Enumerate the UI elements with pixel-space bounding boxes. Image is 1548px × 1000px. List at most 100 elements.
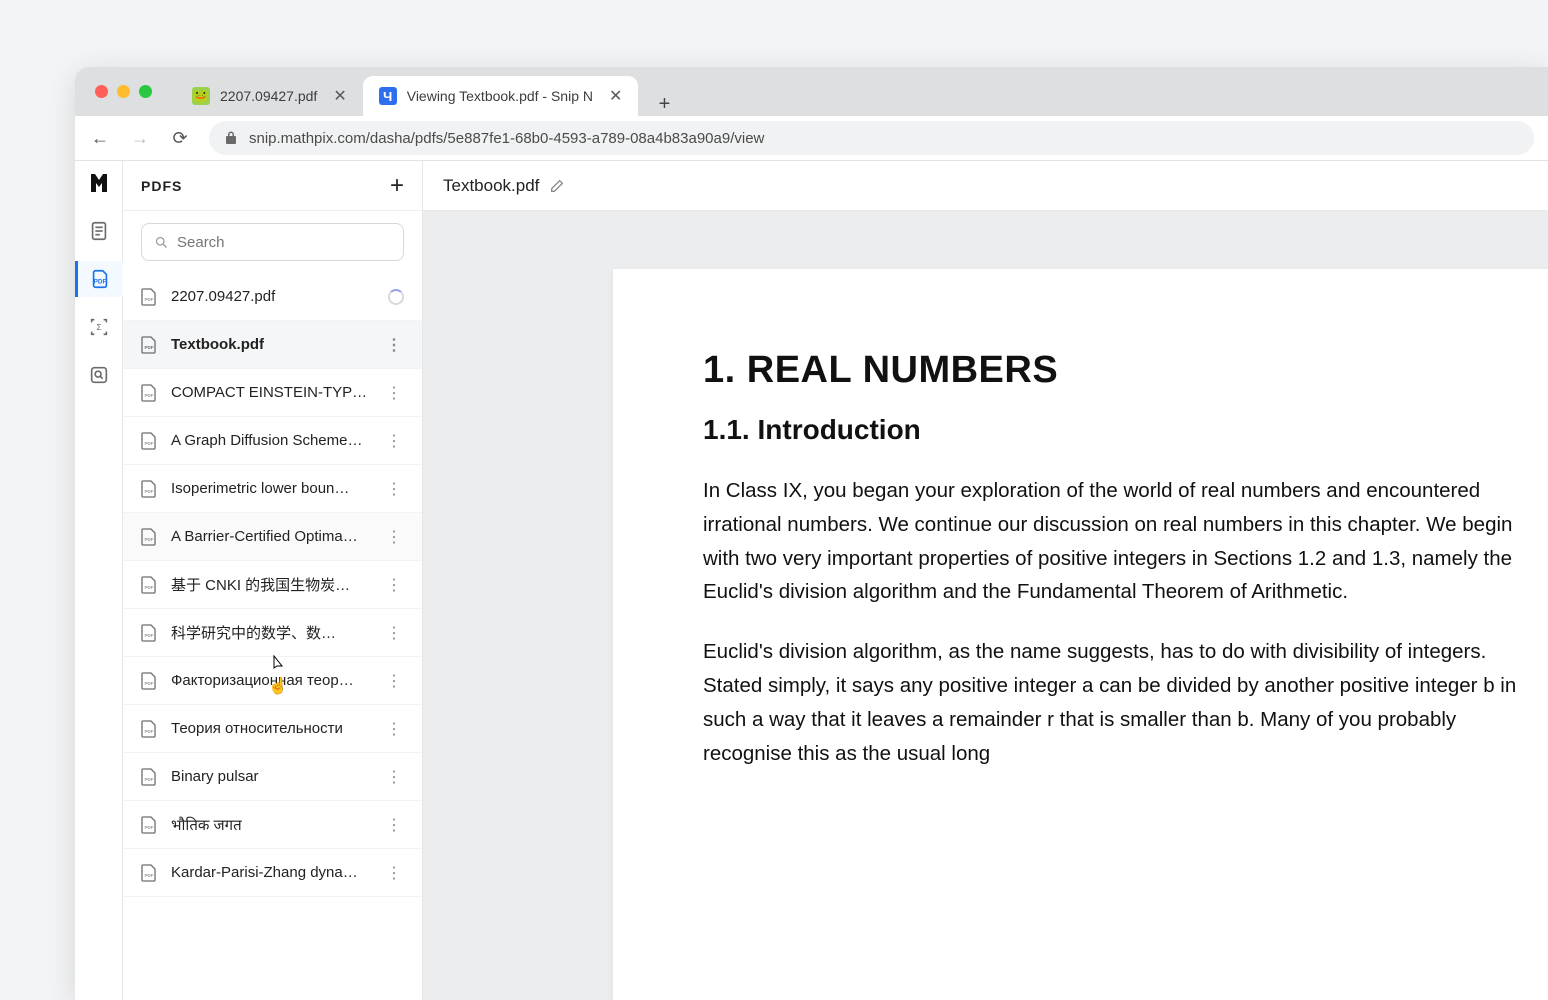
document-page[interactable]: 1. REAL NUMBERS 1.1. Introduction In Cla… <box>613 269 1548 1000</box>
rail-search-icon[interactable] <box>81 357 117 393</box>
svg-text:PDF: PDF <box>145 393 154 398</box>
rail-pdf-icon[interactable]: PDF <box>75 261 123 297</box>
pdf-file-icon: PDF <box>141 864 159 882</box>
pdf-file-icon: PDF <box>141 672 159 690</box>
file-row-10[interactable]: PDF Binary pulsar ⋮ <box>123 753 422 801</box>
file-row-1[interactable]: PDF Textbook.pdf ⋮ <box>123 321 422 369</box>
content-area: Textbook.pdf 1. REAL NUMBERS 1.1. Introd… <box>423 161 1548 1000</box>
paragraph-2: Euclid's division algorithm, as the name… <box>703 635 1548 770</box>
add-pdf-button[interactable]: + <box>390 172 404 200</box>
file-row-3[interactable]: PDF A Graph Diffusion Scheme… ⋮ <box>123 417 422 465</box>
file-more-button[interactable]: ⋮ <box>384 431 404 451</box>
pdf-file-icon: PDF <box>141 720 159 738</box>
file-more-button[interactable]: ⋮ <box>384 575 404 595</box>
file-row-12[interactable]: PDF Kardar-Parisi-Zhang dyna… ⋮ <box>123 849 422 897</box>
file-more-button[interactable]: ⋮ <box>384 335 404 355</box>
file-more-button[interactable]: ⋮ <box>384 815 404 835</box>
file-row-2[interactable]: PDF COMPACT EINSTEIN-TYPE … ⋮ <box>123 369 422 417</box>
file-more-button[interactable]: ⋮ <box>384 527 404 547</box>
pdf-file-icon: PDF <box>141 432 159 450</box>
paragraph-1: In Class IX, you began your exploration … <box>703 474 1548 609</box>
search-box[interactable] <box>141 223 404 261</box>
maximize-window-button[interactable] <box>139 85 152 98</box>
minimize-window-button[interactable] <box>117 85 130 98</box>
browser-window: 🐸 2207.09427.pdf ✕ Ч Viewing Textbook.pd… <box>75 67 1548 1000</box>
svg-text:PDF: PDF <box>145 537 154 542</box>
file-name: 2207.09427.pdf <box>171 288 376 305</box>
svg-text:PDF: PDF <box>145 777 154 782</box>
nav-reload-button[interactable]: ⟳ <box>169 128 191 149</box>
close-window-button[interactable] <box>95 85 108 98</box>
search-wrap <box>123 211 422 273</box>
file-name: Теория относительности <box>171 720 372 737</box>
search-icon <box>154 235 169 250</box>
svg-text:Σ: Σ <box>96 323 101 332</box>
file-more-button[interactable]: ⋮ <box>384 479 404 499</box>
file-row-11[interactable]: PDF भौतिक जगत ⋮ <box>123 801 422 849</box>
rename-icon[interactable] <box>549 178 565 194</box>
file-row-7[interactable]: PDF 科学研究中的数学、数… ⋮ <box>123 609 422 657</box>
file-row-9[interactable]: PDF Теория относительности ⋮ <box>123 705 422 753</box>
document-header: Textbook.pdf <box>423 161 1548 211</box>
file-row-8[interactable]: PDF Факторизационная теор… ⋮ <box>123 657 422 705</box>
window-controls <box>95 85 152 98</box>
rail-scan-icon[interactable]: Σ <box>81 309 117 345</box>
file-row-5[interactable]: PDF A Barrier-Certified Optima… ⋮ <box>123 513 422 561</box>
sidebar-title: PDFS <box>141 178 182 194</box>
tab-0-close-icon[interactable]: ✕ <box>333 86 346 106</box>
file-list: PDF 2207.09427.pdf PDF Textbook.pdf ⋮ PD… <box>123 273 422 1000</box>
svg-text:PDF: PDF <box>145 489 154 494</box>
file-more-button[interactable]: ⋮ <box>384 383 404 403</box>
svg-text:PDF: PDF <box>145 873 154 878</box>
url-text: snip.mathpix.com/dasha/pdfs/5e887fe1-68b… <box>249 130 764 147</box>
svg-text:PDF: PDF <box>145 585 154 590</box>
tab-1-label: Viewing Textbook.pdf - Snip N <box>407 88 593 104</box>
svg-text:PDF: PDF <box>145 441 154 446</box>
document-title: Textbook.pdf <box>443 176 539 196</box>
pdf-file-icon: PDF <box>141 528 159 546</box>
pdf-file-icon: PDF <box>141 624 159 642</box>
file-more-button[interactable]: ⋮ <box>384 767 404 787</box>
svg-text:PDF: PDF <box>94 279 107 286</box>
file-more-button[interactable]: ⋮ <box>384 671 404 691</box>
pdf-file-icon: PDF <box>141 336 159 354</box>
lock-icon <box>225 131 237 145</box>
svg-text:PDF: PDF <box>145 729 154 734</box>
file-name: Kardar-Parisi-Zhang dyna… <box>171 864 372 881</box>
search-input[interactable] <box>177 234 391 251</box>
file-name: Binary pulsar <box>171 768 372 785</box>
file-name: Факторизационная теор… <box>171 672 372 689</box>
svg-text:PDF: PDF <box>145 345 154 350</box>
file-name: Textbook.pdf <box>171 336 372 353</box>
tab-1[interactable]: Ч Viewing Textbook.pdf - Snip N ✕ <box>363 76 639 116</box>
rail-doc-icon[interactable] <box>81 213 117 249</box>
file-name: 基于 CNKI 的我国生物炭… <box>171 574 372 595</box>
pdf-file-icon: PDF <box>141 480 159 498</box>
tab-0[interactable]: 🐸 2207.09427.pdf ✕ <box>176 76 363 116</box>
file-name: 科学研究中的数学、数… <box>171 622 372 643</box>
svg-text:PDF: PDF <box>145 633 154 638</box>
file-more-button[interactable]: ⋮ <box>384 623 404 643</box>
file-name: Isoperimetric lower boun… <box>171 480 372 497</box>
new-tab-button[interactable]: + <box>648 93 680 116</box>
address-bar[interactable]: snip.mathpix.com/dasha/pdfs/5e887fe1-68b… <box>209 121 1534 155</box>
file-row-0[interactable]: PDF 2207.09427.pdf <box>123 273 422 321</box>
nav-forward-button[interactable]: → <box>129 128 151 149</box>
svg-text:PDF: PDF <box>145 825 154 830</box>
file-name: A Graph Diffusion Scheme… <box>171 432 372 449</box>
sidebar: PDFS + PDF 2207.09427.pdf <box>123 161 423 1000</box>
file-row-4[interactable]: PDF Isoperimetric lower boun… ⋮ <box>123 465 422 513</box>
tab-1-close-icon[interactable]: ✕ <box>609 86 622 106</box>
pdf-file-icon: PDF <box>141 816 159 834</box>
file-more-button[interactable]: ⋮ <box>384 863 404 883</box>
left-rail: PDF Σ <box>75 161 123 1000</box>
app-logo[interactable] <box>87 171 111 195</box>
tab-1-favicon: Ч <box>379 87 397 105</box>
file-row-6[interactable]: PDF 基于 CNKI 的我国生物炭… ⋮ <box>123 561 422 609</box>
file-name: A Barrier-Certified Optima… <box>171 528 372 545</box>
file-more-button[interactable]: ⋮ <box>384 719 404 739</box>
nav-back-button[interactable]: ← <box>89 128 111 149</box>
tab-strip: 🐸 2207.09427.pdf ✕ Ч Viewing Textbook.pd… <box>176 67 680 116</box>
pdf-file-icon: PDF <box>141 288 159 306</box>
pdf-file-icon: PDF <box>141 768 159 786</box>
